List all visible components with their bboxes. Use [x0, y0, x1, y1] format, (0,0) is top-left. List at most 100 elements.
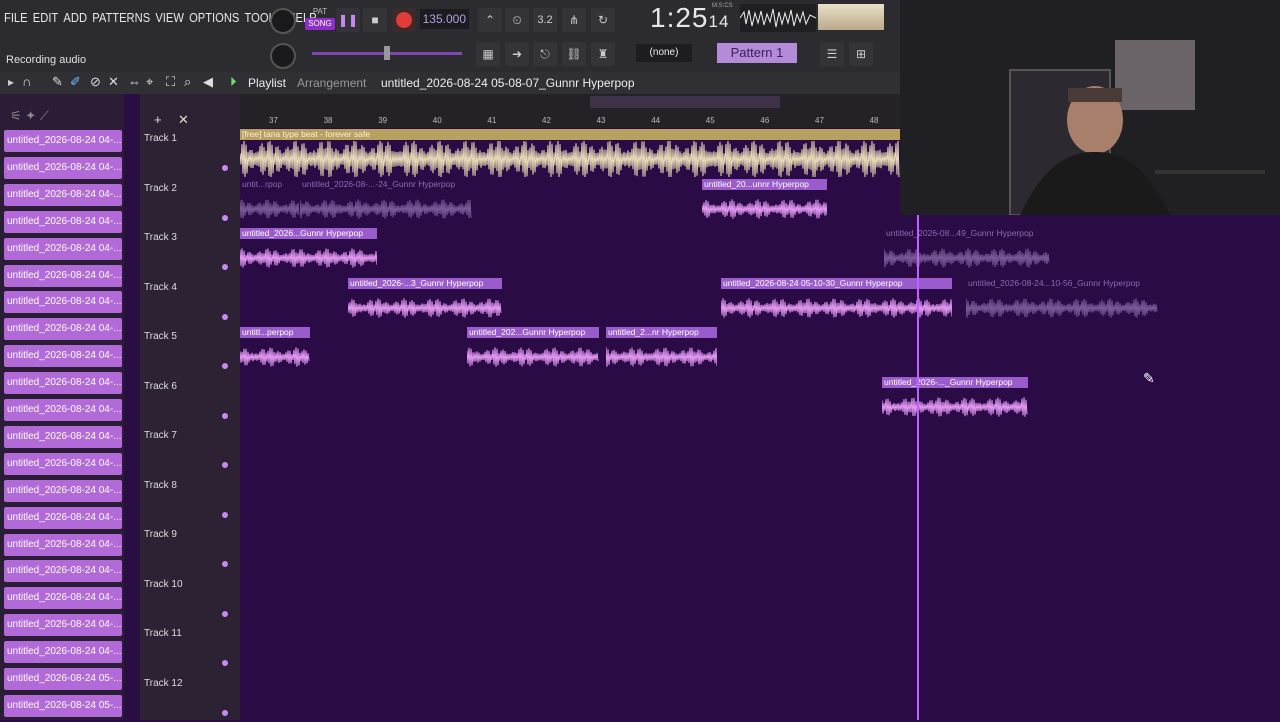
- picker-clip-item[interactable]: untitled_2026-08-24 04-...: [4, 560, 122, 583]
- track-header[interactable]: Track 1: [140, 128, 232, 177]
- audio-clip[interactable]: untitled_202...Gunnr Hyperpop: [467, 327, 599, 375]
- track-dot-icon[interactable]: [222, 165, 228, 171]
- picker-clip-item[interactable]: untitled_2026-08-24 04-...: [4, 425, 122, 448]
- track-header[interactable]: Track 12: [140, 673, 232, 722]
- brush-icon[interactable]: ✐: [70, 74, 81, 90]
- audio-clip[interactable]: untit...rpop: [240, 179, 300, 227]
- track-header[interactable]: Track 7: [140, 425, 232, 474]
- pattern-selector[interactable]: Pattern 1: [717, 43, 797, 63]
- audio-clip[interactable]: untitl...perpop: [240, 327, 310, 375]
- link-icon[interactable]: ⛓: [562, 42, 586, 66]
- track-dot-icon[interactable]: [222, 264, 228, 270]
- track-header[interactable]: Track 11: [140, 623, 232, 672]
- pat-song-toggle[interactable]: PAT SONG: [305, 6, 335, 32]
- picker-clip-item[interactable]: untitled_2026-08-24 04-...: [4, 614, 122, 637]
- picker-clip-item[interactable]: untitled_2026-08-24 04-...: [4, 452, 122, 475]
- picker-clip-item[interactable]: untitled_2026-08-24 04-...: [4, 479, 122, 502]
- close-track-icon[interactable]: ✕: [178, 112, 189, 128]
- audio-clip[interactable]: untitled_2026-08...49_Gunnr Hyperpop: [884, 228, 1050, 276]
- arrow-icon[interactable]: ➜: [505, 42, 529, 66]
- track-dot-icon[interactable]: [222, 462, 228, 468]
- audio-clip[interactable]: untitled_2026-...3_Gunnr Hyperpop: [348, 277, 502, 326]
- picker-clip-item[interactable]: untitled_2026-08-24 04-...: [4, 372, 122, 395]
- slip-icon[interactable]: ⇔: [128, 74, 141, 89]
- track-header[interactable]: Track 9: [140, 524, 232, 573]
- audio-clip[interactable]: [free] tana type beat - forever safe: [240, 129, 900, 177]
- audio-clip[interactable]: untitled_2026-08-24...10-56_Gunnr Hyperp…: [966, 278, 1158, 326]
- channel-rack-icon[interactable]: ⊞: [849, 42, 873, 66]
- track-dot-icon[interactable]: [222, 412, 228, 419]
- menu-item-view[interactable]: VIEW: [155, 10, 184, 25]
- arrangement-area[interactable]: [free] tana type beat - forever safe unti…: [240, 128, 1280, 720]
- master-volume-slider[interactable]: [312, 46, 462, 60]
- track-header[interactable]: Track 6: [140, 376, 232, 425]
- scroll-overview[interactable]: [590, 96, 780, 108]
- loop-record-icon[interactable]: ↻: [591, 8, 615, 32]
- track-header[interactable]: Track 2: [140, 178, 232, 227]
- track-header[interactable]: Track 3: [140, 227, 232, 276]
- picker-clip-item[interactable]: untitled_2026-08-24 04-...: [4, 641, 122, 664]
- master-pitch-knob[interactable]: [270, 43, 296, 69]
- slider-handle[interactable]: [384, 46, 390, 60]
- master-volume-knob[interactable]: [270, 8, 296, 34]
- picker-clip-item[interactable]: untitled_2026-08-24 04-...: [4, 399, 122, 421]
- stop-button[interactable]: ■: [363, 8, 387, 32]
- track-dot-icon[interactable]: [222, 561, 228, 567]
- piano-roll-icon[interactable]: ▦: [476, 42, 500, 66]
- menu-item-patterns[interactable]: PATTERNS: [92, 10, 150, 25]
- playback-icon[interactable]: ◀: [203, 74, 213, 90]
- track-dot-icon[interactable]: [222, 709, 228, 716]
- zoom-icon[interactable]: ⌕: [184, 74, 191, 90]
- picker-clip-item[interactable]: untitled_2026-08-24 04-...: [4, 156, 122, 179]
- picker-clip-item[interactable]: untitled_2026-08-24 04-...: [4, 237, 122, 260]
- audio-clip[interactable]: untitled_2026-..._Gunnr Hyperpop: [882, 376, 1028, 425]
- picker-clip-item[interactable]: untitled_2026-08-24 04-...: [4, 533, 122, 556]
- slice-icon[interactable]: ⌖: [146, 74, 153, 90]
- track-dot-icon[interactable]: [222, 660, 228, 666]
- picker-clip-item[interactable]: untitled_2026-08-24 04-...: [4, 587, 122, 610]
- delete-icon[interactable]: ⊘: [90, 74, 101, 90]
- audio-clip[interactable]: untitled_2026-08-...-24_Gunnr Hyperpop: [300, 179, 472, 227]
- track-header[interactable]: Track 10: [140, 574, 232, 623]
- picker-clip-item[interactable]: untitled_2026-08-24 04-...: [4, 318, 122, 341]
- record-button[interactable]: [392, 8, 416, 32]
- audio-clip[interactable]: untitled_20...unnr Hyperpop: [702, 178, 827, 227]
- picker-clip-item[interactable]: untitled_2026-08-24 05-...: [4, 668, 122, 690]
- audio-clip[interactable]: untitled_2026...Gunnr Hyperpop: [240, 228, 377, 276]
- track-dot-icon[interactable]: [222, 511, 228, 518]
- picker-clip-item[interactable]: untitled_2026-08-24 04-...: [4, 345, 122, 368]
- track-dot-icon[interactable]: [222, 610, 228, 617]
- picker-clip-item[interactable]: untitled_2026-08-24 04-...: [4, 291, 122, 314]
- picker-clip-item[interactable]: untitled_2026-08-24 04-...: [4, 506, 122, 529]
- track-dot-icon[interactable]: [222, 363, 228, 369]
- track-header[interactable]: Track 8: [140, 475, 232, 524]
- track-dot-icon[interactable]: [222, 214, 228, 221]
- picker-clip-item[interactable]: untitled_2026-08-24 05-...: [4, 694, 122, 717]
- timeline-ruler[interactable]: 37 38 39 40 41 42 43 44 45 46 47 48: [240, 94, 900, 128]
- audio-clip[interactable]: untitled_2...nr Hyperpop: [606, 327, 717, 375]
- track-dot-icon[interactable]: [222, 313, 228, 320]
- picker-clip-item[interactable]: untitled_2026-08-24 04-...: [4, 183, 122, 206]
- metronome-icon[interactable]: ⌃: [478, 8, 502, 32]
- blend-notes-icon[interactable]: ⋔: [562, 8, 586, 32]
- menu-item-add[interactable]: ADD: [63, 10, 87, 25]
- mute-icon[interactable]: ✕: [108, 74, 119, 90]
- picker-clip-item[interactable]: untitled_2026-08-24 04-...: [4, 130, 122, 152]
- pause-button[interactable]: ❚❚: [336, 8, 360, 32]
- menu-item-edit[interactable]: EDIT: [33, 10, 58, 25]
- track-header[interactable]: Track 5: [140, 326, 232, 375]
- menu-item-options[interactable]: OPTIONS: [189, 10, 239, 25]
- tempo-display[interactable]: 135.000: [420, 9, 469, 29]
- picker-clip-item[interactable]: untitled_2026-08-24 04-...: [4, 264, 122, 287]
- playlist-menu-icon[interactable]: ▸: [8, 75, 14, 89]
- magnet-icon[interactable]: ∩: [22, 74, 31, 89]
- add-track-icon[interactable]: +: [154, 112, 162, 127]
- snap-selector[interactable]: (none): [636, 44, 692, 62]
- pencil-icon[interactable]: ✎: [52, 74, 63, 90]
- mixer-icon[interactable]: ☰: [820, 42, 844, 66]
- picker-clip-item[interactable]: untitled_2026-08-24 04-...: [4, 210, 122, 233]
- wait-input-icon[interactable]: ⏲: [505, 8, 529, 32]
- picker-header-icon[interactable]: ⚟ ✦ ⟋: [10, 108, 49, 124]
- hat-icon[interactable]: ♜: [591, 42, 615, 66]
- countdown-icon[interactable]: 3.2: [533, 8, 557, 32]
